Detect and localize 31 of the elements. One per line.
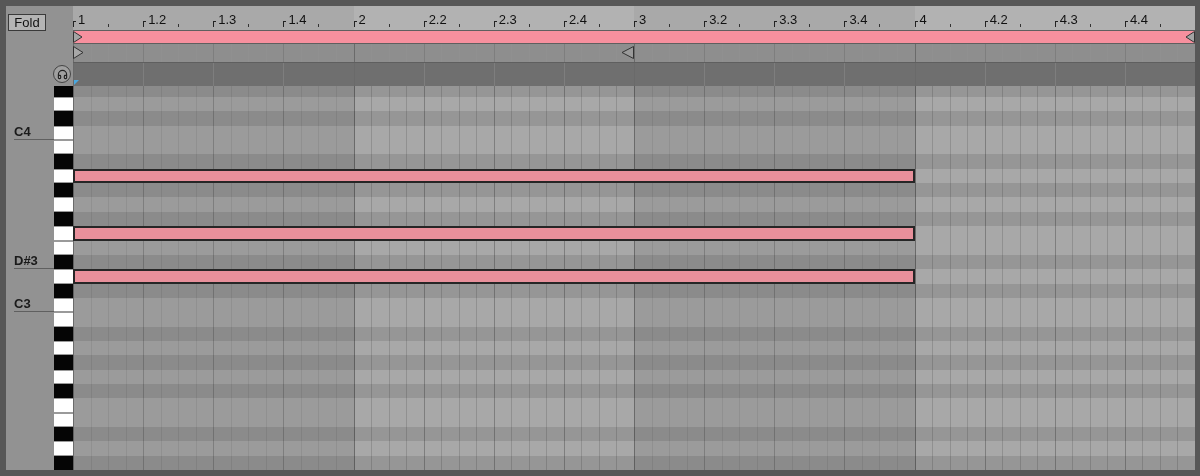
loop-brace[interactable] [73,30,1195,44]
key-label: C4 [14,125,31,140]
ruler-label: 3.4 [849,12,868,28]
ruler-label: 4.2 [989,12,1008,28]
ruler-label: 2.4 [568,12,587,28]
natural-key[interactable] [54,140,73,155]
ruler-label: 4 [919,12,927,28]
ruler-label: 3.2 [709,12,728,28]
midi-note[interactable] [73,226,915,241]
natural-key[interactable] [54,97,73,112]
ruler-label: 2.3 [498,12,517,28]
ruler-label: 1 [78,12,86,28]
ruler-label: 3.3 [779,12,798,28]
sharp-key[interactable] [54,86,73,98]
ruler-label: 1.3 [218,12,237,28]
ruler-label: 1.2 [148,12,167,28]
ruler-label: 1.4 [288,12,307,28]
fold-button[interactable]: Fold [8,14,46,31]
corner-marker-icon [74,80,79,85]
headphones-icon[interactable] [53,65,71,83]
midi-note[interactable] [73,269,915,284]
ruler-label: 2.2 [428,12,447,28]
ruler-label: 4.3 [1059,12,1078,28]
sharp-key[interactable] [54,183,73,198]
ruler-label: 2 [358,12,366,28]
key-label: C3 [14,297,31,312]
ruler-label: 3 [639,12,647,28]
ruler-label: 4.4 [1129,12,1148,28]
key-label: D#3 [14,254,38,269]
end-marker-icon[interactable] [621,46,634,59]
loop-end-icon[interactable] [1185,31,1195,43]
